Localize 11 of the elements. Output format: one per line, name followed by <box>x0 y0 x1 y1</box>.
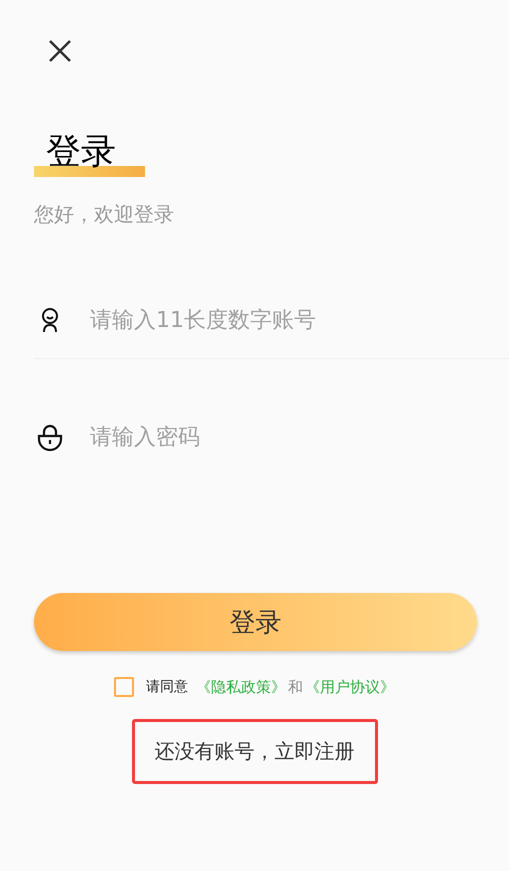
agree-text: 请同意 <box>146 678 188 696</box>
input-field[interactable]: 请输入密码 <box>88 424 472 450</box>
conjunction-text: 和 <box>288 678 303 696</box>
close-icon[interactable] <box>47 38 73 64</box>
lock-icon <box>36 423 64 451</box>
register-link[interactable]: 还没有账号，立即注册 <box>132 719 378 784</box>
page-title: 登录 <box>45 132 116 172</box>
input-field[interactable]: 请输入11长度数字账号 <box>88 306 472 334</box>
login-button[interactable]: 登录 <box>34 593 477 651</box>
welcome-text: 您好，欢迎登录 <box>34 201 175 228</box>
checkbox[interactable] <box>114 677 134 697</box>
